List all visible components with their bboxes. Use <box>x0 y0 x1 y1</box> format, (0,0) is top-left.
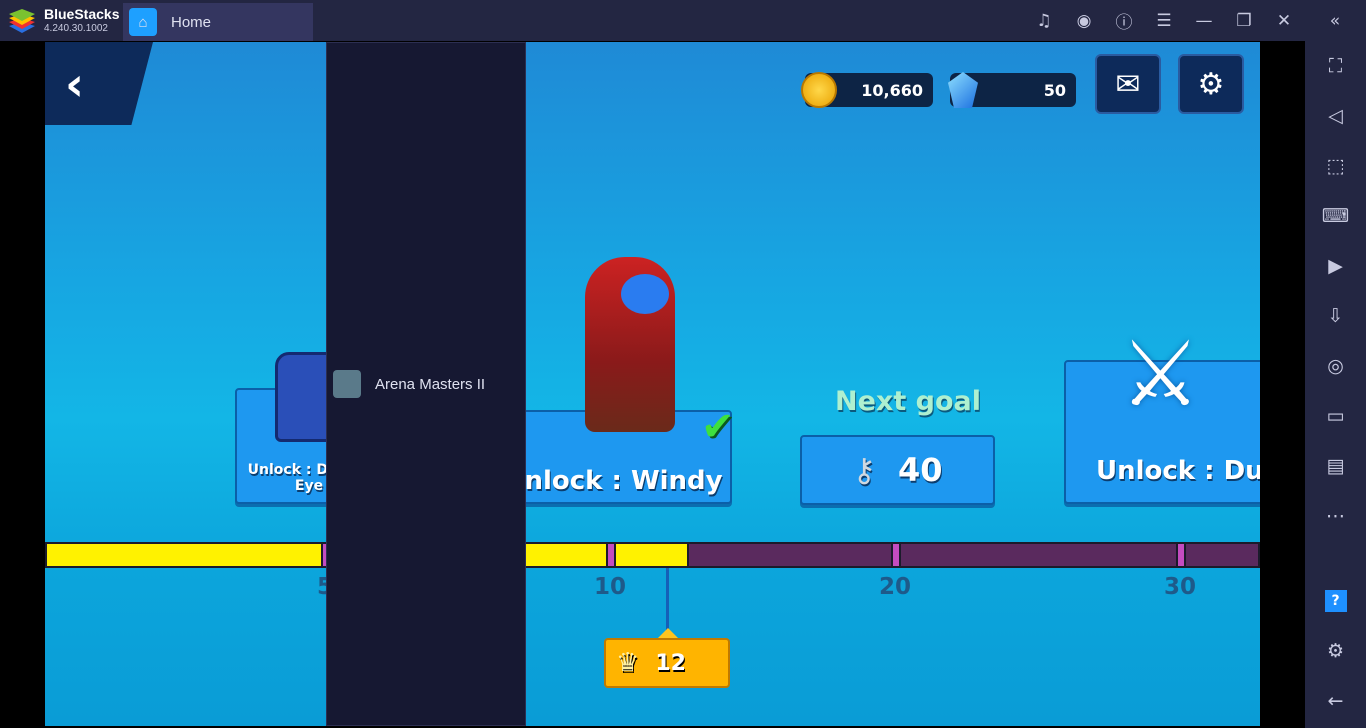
restore-icon[interactable]: ❐ <box>1224 11 1264 31</box>
collapse-icon[interactable]: « <box>1304 11 1366 31</box>
home-icon: ⌂ <box>129 8 157 36</box>
progress-bar <box>45 542 1260 568</box>
character-hair <box>621 274 669 314</box>
progress-tick <box>1176 544 1186 566</box>
folder-icon[interactable]: ▤ <box>1305 441 1366 491</box>
progress-tick <box>606 544 616 566</box>
next-goal-card[interactable]: ⚷ 40 <box>800 435 995 505</box>
tick-label: 30 <box>1163 574 1196 600</box>
minimize-icon[interactable]: — <box>1184 11 1224 31</box>
account-icon[interactable]: ◉ <box>1064 11 1104 31</box>
gold-value: 10,660 <box>861 80 923 100</box>
app-name: BlueStacks <box>44 6 120 22</box>
tick-label: 20 <box>878 574 911 600</box>
trophy-icon: ♛ <box>616 648 640 678</box>
key-icon: ⚷ <box>852 451 876 489</box>
reward-label: Unlock : Windy <box>503 466 723 496</box>
settings-icon[interactable]: ⚙ <box>1305 626 1366 676</box>
titlebar: BlueStacks 4.240.30.1002 ⌂ Home Arena Mas… <box>0 0 1366 726</box>
next-goal-title: Next goal <box>835 386 981 417</box>
gold-counter: 10,660 <box>801 72 933 108</box>
media-icon[interactable]: ▶ <box>1305 241 1366 291</box>
game-screen: ‹ 10,660 50 ✉ ⚙ Unlock : Dora & Mad Eye … <box>45 42 1260 726</box>
progress-tick <box>891 544 901 566</box>
gem-counter: 50 <box>948 72 1076 108</box>
close-icon[interactable]: ✕ <box>1264 11 1304 31</box>
chat-button[interactable]: ✉ <box>1095 54 1161 114</box>
trophy-count: 12 <box>655 650 686 676</box>
right-sidebar: ⛶ ◁ ⬚ ⌨ ▶ ⇩ ◎ ▭ ▤ ⋯ ? ⚙ ← <box>1305 41 1366 728</box>
next-goal-value: 40 <box>897 451 943 489</box>
gear-icon: ⚙ <box>1197 66 1225 102</box>
game-thumbnail-icon <box>333 370 361 398</box>
more-icon[interactable]: ⋯ <box>1305 491 1366 541</box>
settings-button[interactable]: ⚙ <box>1178 54 1244 114</box>
app-version: 4.240.30.1002 <box>44 23 108 34</box>
back-button[interactable]: ‹ <box>45 42 153 125</box>
tab-arena-masters[interactable]: Arena Masters II <box>326 42 526 726</box>
bell-icon[interactable]: ♫ <box>1024 11 1064 31</box>
apk-icon[interactable]: ⇩ <box>1305 291 1366 341</box>
tick-label: 10 <box>593 574 626 600</box>
tab-home[interactable]: ⌂ Home <box>123 3 313 41</box>
help-icon[interactable]: ? <box>1305 576 1366 626</box>
screenshot-icon[interactable]: ◎ <box>1305 341 1366 391</box>
menu-icon[interactable]: ☰ <box>1144 11 1184 31</box>
crossed-swords-icon: ⚔ <box>1120 322 1201 427</box>
trophy-count-badge: ♛ 12 <box>604 628 730 688</box>
tab-label: Arena Masters II <box>375 375 486 393</box>
claimed-check-icon: ✔ <box>701 404 735 450</box>
gem-value: 50 <box>1043 80 1066 100</box>
gem-icon <box>948 72 978 108</box>
volume-icon[interactable]: ◁ <box>1305 91 1366 141</box>
record-icon[interactable]: ▭ <box>1305 391 1366 441</box>
help-icon[interactable]: ⓘ <box>1104 8 1144 33</box>
bluestacks-logo <box>9 9 35 33</box>
gold-coin-icon <box>801 72 837 108</box>
back-icon[interactable]: ← <box>1305 676 1366 726</box>
select-icon[interactable]: ⬚ <box>1305 141 1366 191</box>
reward-label: Unlock : Dua <box>1096 456 1260 486</box>
back-arrow-icon: ‹ <box>65 56 84 111</box>
tab-label: Home <box>171 13 212 31</box>
keyboard-icon[interactable]: ⌨ <box>1305 191 1366 241</box>
fullscreen-icon[interactable]: ⛶ <box>1305 41 1366 91</box>
chat-icon: ✉ <box>1115 66 1141 102</box>
